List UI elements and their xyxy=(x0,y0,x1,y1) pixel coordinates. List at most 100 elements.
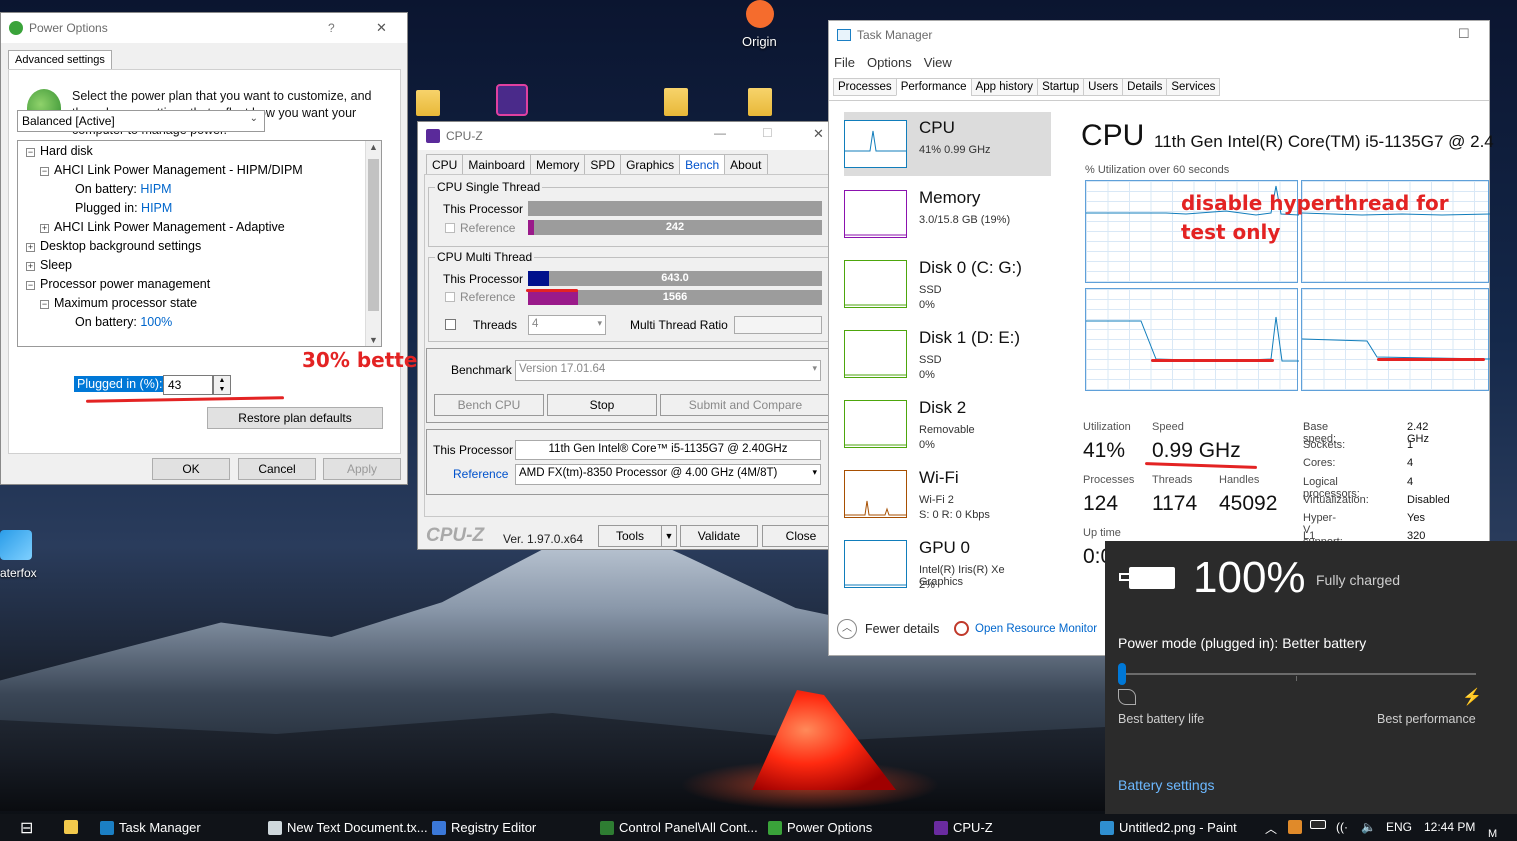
collapse-icon[interactable]: − xyxy=(26,281,35,290)
maximize-button[interactable]: ☐ xyxy=(1458,26,1470,42)
sidebar-item[interactable]: Disk 0 (C: G:) SSD 0% xyxy=(844,252,1051,316)
tree-row[interactable]: − Hard disk xyxy=(26,144,93,158)
taskbar-item[interactable]: Task Manager xyxy=(100,820,201,835)
minimize-button[interactable]: — xyxy=(714,126,726,140)
plan-select[interactable]: Balanced [Active] ⌄ xyxy=(17,110,265,132)
tree-row-value[interactable]: HIPM xyxy=(141,201,172,215)
volume-icon[interactable]: 🔈 xyxy=(1361,820,1376,834)
collapse-icon[interactable]: − xyxy=(40,167,49,176)
file-explorer-button[interactable] xyxy=(64,820,83,834)
ok-button[interactable]: OK xyxy=(152,458,230,480)
taskbar-item[interactable]: CPU-Z xyxy=(934,820,993,835)
menu-view[interactable]: View xyxy=(924,55,952,70)
open-resource-monitor-link[interactable]: Open Resource Monitor xyxy=(975,623,1097,635)
waterfox-icon[interactable] xyxy=(0,530,32,560)
tab-performance[interactable]: Performance xyxy=(895,78,972,96)
tab-services[interactable]: Services xyxy=(1166,78,1221,96)
desktop-app-icon[interactable] xyxy=(496,84,528,116)
help-button[interactable]: ? xyxy=(328,21,335,35)
close-button[interactable]: ✕ xyxy=(813,126,824,142)
collapse-icon[interactable]: − xyxy=(26,148,35,157)
cpuz-tab-graphics[interactable]: Graphics xyxy=(620,154,681,175)
cpuz-tab-spd[interactable]: SPD xyxy=(584,154,622,175)
sidebar-item[interactable]: Disk 2 Removable 0% xyxy=(844,392,1051,456)
tree-row[interactable]: + Desktop background settings xyxy=(26,239,201,253)
validate-button[interactable]: Validate xyxy=(680,525,758,547)
origin-icon[interactable] xyxy=(746,0,774,28)
cpuz-titlebar[interactable]: CPU-Z — ☐ ✕ xyxy=(418,122,842,150)
sidebar-item[interactable]: CPU 41% 0.99 GHz xyxy=(844,112,1051,176)
scrollbar-thumb[interactable] xyxy=(368,159,379,311)
language-indicator[interactable]: ENG xyxy=(1386,820,1412,834)
menu-options[interactable]: Options xyxy=(867,55,912,70)
tree-row[interactable]: + Sleep xyxy=(26,258,72,272)
bench-cpu-button[interactable]: Bench CPU xyxy=(434,394,544,416)
expand-icon[interactable]: + xyxy=(40,224,49,233)
tools-dropdown-icon[interactable]: ▼ xyxy=(661,525,677,547)
tree-row[interactable]: On battery: 100% xyxy=(75,315,172,329)
power-mode-slider-thumb[interactable] xyxy=(1118,663,1126,685)
clock[interactable]: 12:44 PM xyxy=(1424,820,1475,834)
tree-scrollbar[interactable]: ▲ ▼ xyxy=(365,141,381,346)
reference-select[interactable]: AMD FX(tm)-8350 Processor @ 4.00 GHz (4M… xyxy=(515,464,821,485)
expand-icon[interactable]: + xyxy=(26,262,35,271)
origin-label[interactable]: Origin xyxy=(742,34,777,49)
threads-select[interactable]: 4 ▾ xyxy=(528,315,606,335)
power-options-titlebar[interactable]: Power Options ? ✕ xyxy=(1,13,407,43)
battery-settings-link[interactable]: Battery settings xyxy=(1118,777,1215,793)
tab-processes[interactable]: Processes xyxy=(833,78,897,96)
desktop-folder-icon[interactable] xyxy=(416,90,440,116)
settings-tree[interactable]: − Hard disk − AHCI Link Power Management - … xyxy=(17,140,382,347)
cpuz-tab-memory[interactable]: Memory xyxy=(530,154,586,175)
scroll-down-icon[interactable]: ▼ xyxy=(369,335,378,345)
chevron-up-icon[interactable]: ︿ xyxy=(837,619,857,639)
scroll-up-icon[interactable]: ▲ xyxy=(369,142,378,152)
multi-reference-checkbox[interactable] xyxy=(445,292,455,302)
show-hidden-icons[interactable]: ︿ xyxy=(1265,820,1277,837)
sidebar-item[interactable]: Wi-Fi Wi-Fi 2 S: 0 R: 0 Kbps xyxy=(844,462,1051,526)
sidebar-item[interactable]: GPU 0 Intel(R) Iris(R) Xe Graphics 2% xyxy=(844,532,1051,596)
collapse-icon[interactable]: − xyxy=(40,300,49,309)
expand-icon[interactable]: + xyxy=(26,243,35,252)
sidebar-item[interactable]: Memory 3.0/15.8 GB (19%) xyxy=(844,182,1051,246)
tools-button[interactable]: Tools xyxy=(598,525,662,547)
menu-file[interactable]: File xyxy=(834,55,855,70)
spinner-button[interactable]: ▲ ▼ xyxy=(213,375,231,395)
tree-row-value[interactable]: 100% xyxy=(140,315,172,329)
tab-advanced-settings[interactable]: Advanced settings xyxy=(8,50,112,69)
stop-button[interactable]: Stop xyxy=(547,394,657,416)
power-mode-slider[interactable] xyxy=(1118,663,1476,685)
cpuz-tab-cpu[interactable]: CPU xyxy=(426,154,464,175)
tab-startup[interactable]: Startup xyxy=(1037,78,1085,96)
cpuz-tab-mainboard[interactable]: Mainboard xyxy=(462,154,532,175)
cpuz-tab-about[interactable]: About xyxy=(724,154,768,175)
submit-compare-button[interactable]: Submit and Compare xyxy=(660,394,831,416)
plugged-in-input[interactable]: 43 xyxy=(163,375,213,395)
tree-row[interactable]: − AHCI Link Power Management - HIPM/DIPM xyxy=(40,163,303,177)
single-reference-checkbox[interactable] xyxy=(445,223,455,233)
desktop-folder-icon[interactable] xyxy=(664,88,688,116)
tree-row-value[interactable]: HIPM xyxy=(140,182,171,196)
waterfox-label[interactable]: aterfox xyxy=(0,566,37,580)
tree-row[interactable]: On battery: HIPM xyxy=(75,182,172,196)
cancel-button[interactable]: Cancel xyxy=(238,458,316,480)
battery-tray-icon[interactable] xyxy=(1310,820,1331,829)
threads-checkbox[interactable] xyxy=(445,319,456,330)
tab-users[interactable]: Users xyxy=(1083,78,1124,96)
task-manager-titlebar[interactable]: Task Manager ☐ xyxy=(829,21,1489,49)
tree-row[interactable]: − Maximum processor state xyxy=(40,296,197,310)
cpuz-tab-bench[interactable]: Bench xyxy=(679,154,726,175)
restore-defaults-button[interactable]: Restore plan defaults xyxy=(207,407,383,429)
task-view-icon[interactable]: ⊟ xyxy=(20,818,33,838)
taskbar-item[interactable]: Untitled2.png - Paint xyxy=(1100,820,1237,835)
taskbar-item[interactable]: Power Options xyxy=(768,820,872,835)
fewer-details-link[interactable]: Fewer details xyxy=(865,622,939,636)
sidebar-item[interactable]: Disk 1 (D: E:) SSD 0% xyxy=(844,322,1051,386)
tree-row[interactable]: − Processor power management xyxy=(26,277,210,291)
taskbar-item[interactable]: New Text Document.tx... xyxy=(268,820,428,835)
tree-row[interactable]: Plugged in: HIPM xyxy=(75,201,172,215)
taskbar-item[interactable]: Control Panel\All Cont... xyxy=(600,820,758,835)
tab-details[interactable]: Details xyxy=(1122,78,1168,96)
desktop-folder-icon[interactable] xyxy=(748,88,772,116)
tree-row[interactable]: + AHCI Link Power Management - Adaptive xyxy=(40,220,285,234)
